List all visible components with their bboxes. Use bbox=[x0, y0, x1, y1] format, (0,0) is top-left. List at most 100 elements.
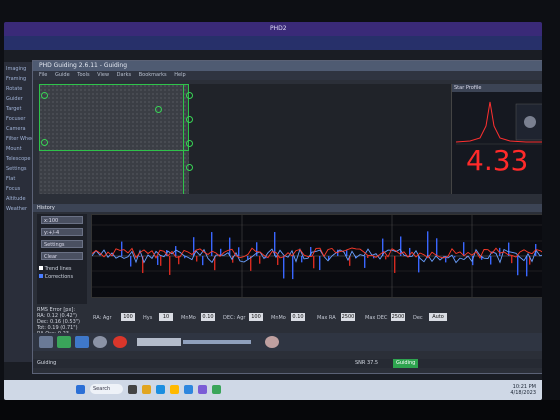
hyst-field[interactable]: 10 bbox=[159, 313, 173, 321]
status-text: Guiding bbox=[37, 360, 57, 366]
star-profile-plot bbox=[456, 101, 542, 145]
ra-correction-bar bbox=[427, 231, 429, 256]
settings-dropdown[interactable]: Settings bbox=[41, 240, 83, 248]
dec-correction-bar bbox=[367, 256, 369, 258]
dec-aggr-field[interactable]: 100 bbox=[249, 313, 263, 321]
ra-correction-bar bbox=[292, 256, 294, 280]
dec-correction-bar bbox=[259, 256, 261, 264]
ra-correction-bar bbox=[247, 256, 249, 260]
menu-tools[interactable]: Tools bbox=[77, 72, 89, 78]
guide-parameters: RA: Agr 100 Hys 10 MnMo 0.10 DEC: Agr 10… bbox=[93, 312, 542, 326]
max-dec-label: Max DEC bbox=[365, 315, 388, 321]
dec-correction-bar bbox=[385, 256, 387, 260]
dec-correction-bar bbox=[169, 256, 171, 275]
camera-view[interactable] bbox=[39, 84, 189, 194]
dec-correction-bar bbox=[313, 256, 315, 269]
ra-correction-bar bbox=[238, 247, 240, 256]
ra-minmo-label: MnMo bbox=[181, 315, 196, 321]
dec-correction-bar bbox=[196, 256, 198, 262]
app-icon[interactable] bbox=[212, 385, 221, 394]
ra-correction-bar bbox=[346, 250, 348, 256]
monitor-bezel-bottom bbox=[0, 400, 560, 420]
guiding-indicator: Guiding bbox=[393, 359, 419, 368]
dec-correction-bar bbox=[277, 256, 279, 265]
guide-star-marker[interactable] bbox=[41, 139, 48, 146]
dec-aggr-label: DEC: Agr bbox=[223, 315, 246, 321]
dec-minmo-field[interactable]: 0.10 bbox=[291, 313, 305, 321]
store-icon[interactable] bbox=[184, 385, 193, 394]
guide-star-marker[interactable] bbox=[41, 92, 48, 99]
graph-header: History bbox=[33, 204, 542, 212]
guide-line bbox=[183, 84, 184, 194]
camera-view-extended bbox=[183, 84, 451, 194]
legend-corrections[interactable]: Corrections bbox=[39, 274, 73, 280]
background-app-title: PHD2 bbox=[270, 25, 287, 32]
menu-guide[interactable]: Guide bbox=[55, 72, 70, 78]
max-ra-field[interactable]: 2500 bbox=[341, 313, 355, 321]
clear-button[interactable]: Clear bbox=[41, 252, 83, 260]
star-profile-header: Star Profile bbox=[452, 84, 542, 92]
ra-correction-bar bbox=[490, 256, 492, 265]
taskbar-search[interactable]: Search bbox=[90, 384, 123, 394]
exposure-dropdown[interactable] bbox=[137, 338, 181, 346]
guide-star-marker[interactable] bbox=[155, 106, 162, 113]
dec-correction-bar bbox=[394, 256, 396, 273]
graph-title: History bbox=[37, 205, 55, 211]
ra-correction-bar bbox=[463, 242, 465, 256]
checkbox-icon[interactable] bbox=[39, 274, 43, 278]
dec-correction-bar bbox=[160, 256, 162, 266]
ra-correction-bar bbox=[229, 237, 231, 256]
taskbar: Search 10:21 PM 4/18/2023 bbox=[4, 380, 542, 400]
hfd-value: 4.33 bbox=[466, 144, 529, 177]
menu-help[interactable]: Help bbox=[174, 72, 185, 78]
guiding-graph[interactable] bbox=[91, 214, 542, 298]
guide-target-icon[interactable] bbox=[93, 336, 107, 348]
snr-readout: SNR 37.5 bbox=[355, 360, 379, 366]
max-dec-field[interactable]: 2500 bbox=[391, 313, 405, 321]
loop-icon[interactable] bbox=[57, 336, 71, 348]
chrome-icon[interactable] bbox=[170, 385, 179, 394]
ra-correction-bar bbox=[202, 256, 204, 266]
app-icon[interactable] bbox=[198, 385, 207, 394]
ra-minmo-field[interactable]: 0.10 bbox=[201, 313, 215, 321]
menu-view[interactable]: View bbox=[97, 72, 109, 78]
menu-bar: File Guide Tools View Darks Bookmarks He… bbox=[33, 71, 542, 80]
ra-correction-bar bbox=[454, 256, 456, 258]
hyst-label: Hys bbox=[143, 315, 153, 321]
phd-window: PHD Guiding 2.6.11 - Guiding File Guide … bbox=[32, 60, 542, 374]
menu-darks[interactable]: Darks bbox=[117, 72, 131, 78]
ra-correction-bar bbox=[517, 256, 519, 276]
menu-file[interactable]: File bbox=[39, 72, 47, 78]
ra-correction-bar bbox=[256, 242, 258, 256]
file-explorer-icon[interactable] bbox=[142, 385, 151, 394]
checkbox-icon[interactable] bbox=[39, 266, 43, 270]
ra-correction-bar bbox=[526, 256, 528, 277]
dec-minmo-label: MnMo bbox=[271, 315, 286, 321]
guide-star-marker[interactable] bbox=[186, 92, 193, 99]
menu-bookmarks[interactable]: Bookmarks bbox=[139, 72, 167, 78]
status-bar: Guiding SNR 37.5 Guiding bbox=[33, 359, 542, 368]
x-scale-dropdown[interactable]: x:100 bbox=[41, 216, 83, 224]
ra-correction-bar bbox=[319, 256, 321, 271]
system-clock[interactable]: 10:21 PM 4/18/2023 bbox=[510, 384, 536, 396]
guide-star-marker[interactable] bbox=[186, 164, 193, 171]
background-app-titlebar: PHD2 bbox=[4, 22, 542, 36]
graph-canvas bbox=[91, 215, 542, 297]
gamma-slider[interactable] bbox=[183, 340, 251, 344]
start-icon[interactable] bbox=[76, 385, 85, 394]
brain-icon[interactable] bbox=[75, 336, 89, 348]
y-scale-dropdown[interactable]: y:+/-4 bbox=[41, 228, 83, 236]
task-view-icon[interactable] bbox=[128, 385, 137, 394]
usb-icon[interactable] bbox=[39, 336, 53, 348]
ra-aggr-field[interactable]: 100 bbox=[121, 313, 135, 321]
edge-icon[interactable] bbox=[156, 385, 165, 394]
guide-star-marker[interactable] bbox=[186, 116, 193, 123]
guide-star-marker[interactable] bbox=[186, 140, 193, 147]
legend-trend-lines[interactable]: Trend lines bbox=[39, 266, 72, 272]
profile-icon[interactable] bbox=[265, 336, 279, 348]
ra-correction-bar bbox=[508, 242, 510, 256]
ra-correction-bar bbox=[121, 241, 123, 256]
stop-icon[interactable] bbox=[113, 336, 127, 348]
main-toolbar bbox=[33, 333, 542, 351]
dec-mode-field[interactable]: Auto bbox=[429, 313, 447, 321]
